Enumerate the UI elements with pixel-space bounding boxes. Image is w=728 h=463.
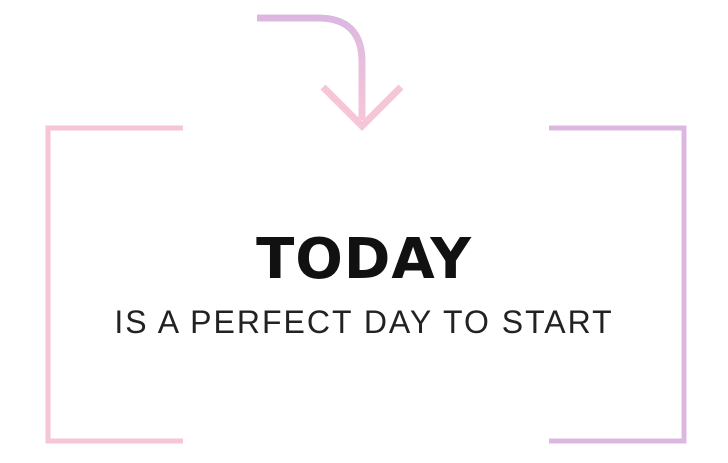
- subline: IS A PERFECT DAY TO START: [114, 304, 614, 340]
- poster: TODAY IS A PERFECT DAY TO START: [0, 0, 728, 463]
- down-arrow-icon: [257, 14, 404, 131]
- headline: TODAY: [256, 227, 472, 292]
